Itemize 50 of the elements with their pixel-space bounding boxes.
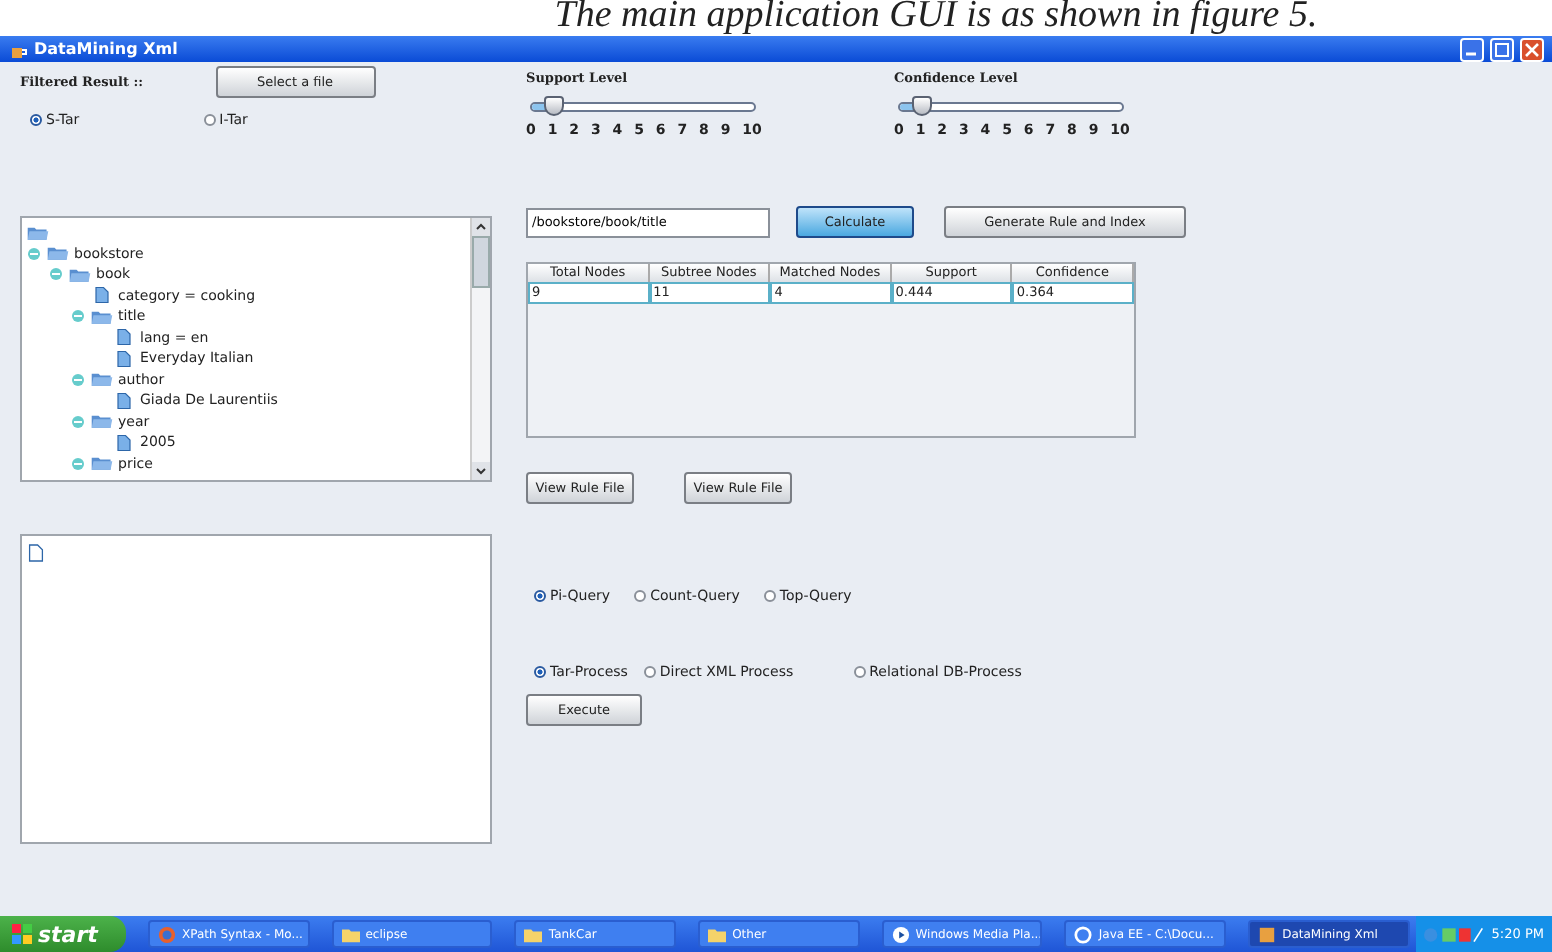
- radio-icon[interactable]: [534, 666, 546, 678]
- maximize-button[interactable]: [1490, 37, 1514, 61]
- folder-icon: [708, 925, 727, 943]
- minimize-button[interactable]: [1460, 37, 1484, 61]
- folder-icon: [524, 925, 543, 943]
- radio-icon[interactable]: [763, 590, 776, 602]
- collapse-toggle-icon[interactable]: [70, 308, 86, 325]
- radio-icon[interactable]: [203, 114, 216, 126]
- globe-icon: [158, 925, 177, 943]
- file-icon: [28, 542, 44, 564]
- folder-icon: [90, 412, 114, 431]
- radio-icon[interactable]: [534, 590, 546, 602]
- folder-icon: [26, 223, 50, 242]
- scrollbar[interactable]: [470, 218, 490, 480]
- file-icon: [112, 433, 136, 452]
- radio-icon[interactable]: [853, 666, 866, 678]
- collapse-toggle-icon[interactable]: [70, 371, 86, 388]
- folder-icon: [46, 244, 70, 263]
- maximize-icon: [1494, 41, 1510, 57]
- file-icon: [112, 328, 136, 347]
- app-icon: [1258, 925, 1277, 943]
- folder-icon: [90, 307, 114, 326]
- window-title: DataMining Xml: [34, 40, 178, 58]
- four-color-flag-icon: [12, 924, 32, 944]
- slider-thumb[interactable]: [544, 96, 565, 116]
- file-icon: [112, 349, 136, 368]
- collapse-toggle-icon[interactable]: [70, 413, 86, 430]
- play-icon: [891, 925, 910, 943]
- radio-icon[interactable]: [634, 590, 647, 602]
- slider-thumb[interactable]: [912, 96, 933, 116]
- tray-icons[interactable]: [1423, 925, 1484, 943]
- folder-icon: [90, 454, 114, 473]
- collapse-toggle-icon[interactable]: [70, 455, 86, 472]
- folder-icon: [341, 925, 360, 943]
- file-icon: [112, 391, 136, 410]
- close-button[interactable]: [1520, 37, 1544, 61]
- folder-icon: [90, 370, 114, 389]
- scrollbar-thumb[interactable]: [472, 236, 490, 288]
- folder-icon: [68, 265, 92, 284]
- scroll-down-icon[interactable]: [472, 462, 490, 480]
- scroll-up-icon[interactable]: [472, 218, 490, 236]
- slider-track[interactable]: [898, 102, 1124, 112]
- ring-icon: [1074, 925, 1093, 943]
- collapse-toggle-icon[interactable]: [26, 245, 42, 262]
- radio-icon[interactable]: [643, 666, 656, 678]
- collapse-toggle-icon[interactable]: [48, 266, 64, 283]
- slider-track[interactable]: [530, 102, 756, 112]
- file-icon: [90, 286, 114, 305]
- close-icon: [1524, 41, 1540, 57]
- radio-icon[interactable]: [30, 114, 42, 126]
